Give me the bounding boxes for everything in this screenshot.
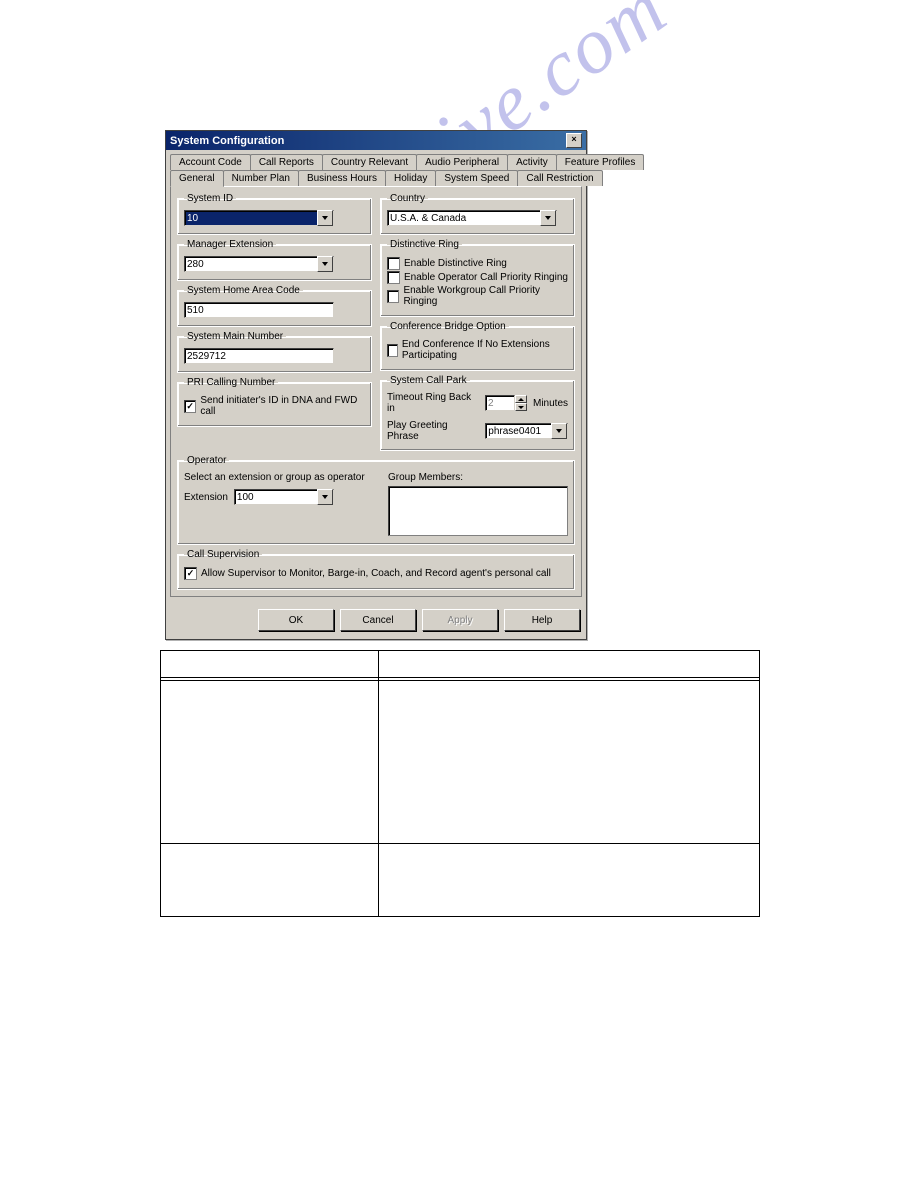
tab-number-plan[interactable]: Number Plan (223, 170, 299, 186)
operator-ext-combo[interactable]: 100 (234, 489, 334, 505)
chevron-down-icon[interactable] (551, 423, 567, 439)
group-conference: Conference Bridge Option End Conference … (380, 321, 575, 371)
supervision-checkbox[interactable] (184, 567, 197, 580)
doc-table (160, 650, 760, 917)
legend-operator: Operator (184, 455, 229, 466)
supervision-check-label: Allow Supervisor to Monitor, Barge-in, C… (201, 568, 551, 579)
main-number-input[interactable]: 2529712 (184, 348, 334, 364)
distinctive-opt-2: Enable Workgroup Call Priority Ringing (403, 285, 568, 307)
country-combo[interactable]: U.S.A. & Canada (387, 210, 557, 226)
legend-country: Country (387, 193, 428, 204)
group-manager-ext: Manager Extension 280 (177, 239, 372, 281)
chevron-down-icon[interactable] (317, 256, 333, 272)
operator-prompt: Select an extension or group as operator (184, 472, 374, 483)
group-system-id: System ID 10 (177, 193, 372, 235)
legend-pri: PRI Calling Number (184, 377, 278, 388)
window-title: System Configuration (170, 135, 284, 147)
group-main-number: System Main Number 2529712 (177, 331, 372, 373)
distinctive-opt-1: Enable Operator Call Priority Ringing (404, 272, 568, 283)
legend-manager-ext: Manager Extension (184, 239, 276, 250)
tab-call-reports[interactable]: Call Reports (250, 154, 323, 170)
tab-system-speed[interactable]: System Speed (435, 170, 518, 186)
group-members-label: Group Members: (388, 472, 568, 483)
timeout-value[interactable]: 2 (485, 395, 515, 411)
system-config-dialog: System Configuration × Account Code Call… (165, 130, 587, 640)
phrase-label: Play Greeting Phrase (387, 420, 479, 442)
help-button[interactable]: Help (504, 609, 580, 631)
group-home-area: System Home Area Code 510 (177, 285, 372, 327)
pri-checkbox[interactable] (184, 400, 196, 413)
distinctive-ring-checkbox[interactable] (387, 257, 400, 270)
tab-business-hours[interactable]: Business Hours (298, 170, 386, 186)
group-distinctive: Distinctive Ring Enable Distinctive Ring… (380, 239, 575, 317)
tab-strip: Account Code Call Reports Country Releva… (166, 150, 586, 186)
dialog-buttons: OK Cancel Apply Help (166, 601, 586, 639)
group-members-listbox[interactable] (388, 486, 568, 536)
chevron-down-icon[interactable] (540, 210, 556, 226)
tab-general[interactable]: General (170, 170, 224, 187)
distinctive-opt-0: Enable Distinctive Ring (404, 258, 507, 269)
tab-country-relevant[interactable]: Country Relevant (322, 154, 417, 170)
chevron-down-icon[interactable] (317, 489, 333, 505)
group-supervision: Call Supervision Allow Supervisor to Mon… (177, 549, 575, 590)
operator-ext-value: 100 (237, 492, 254, 503)
operator-ext-label: Extension (184, 492, 228, 503)
apply-button[interactable]: Apply (422, 609, 498, 631)
phrase-combo[interactable]: phrase0401 (485, 423, 568, 439)
group-pri: PRI Calling Number Send initiater's ID i… (177, 377, 372, 427)
operator-priority-checkbox[interactable] (387, 271, 400, 284)
close-icon[interactable]: × (566, 133, 582, 148)
workgroup-priority-checkbox[interactable] (387, 290, 399, 303)
manager-ext-combo[interactable]: 280 (184, 256, 334, 272)
conference-check-label: End Conference If No Extensions Particip… (402, 339, 568, 361)
legend-supervision: Call Supervision (184, 549, 262, 560)
tab-account-code[interactable]: Account Code (170, 154, 251, 170)
legend-conference: Conference Bridge Option (387, 321, 509, 332)
chevron-down-icon[interactable] (317, 210, 333, 226)
system-id-combo[interactable]: 10 (184, 210, 334, 226)
manager-ext-value: 280 (187, 259, 204, 270)
cancel-button[interactable]: Cancel (340, 609, 416, 631)
pri-check-label: Send initiater's ID in DNA and FWD call (200, 395, 365, 417)
tab-feature-profiles[interactable]: Feature Profiles (556, 154, 645, 170)
group-country: Country U.S.A. & Canada (380, 193, 575, 235)
tab-audio-peripheral[interactable]: Audio Peripheral (416, 154, 508, 170)
group-operator: Operator Select an extension or group as… (177, 455, 575, 545)
tab-call-restriction[interactable]: Call Restriction (517, 170, 602, 186)
legend-main-number: System Main Number (184, 331, 286, 342)
ok-button[interactable]: OK (258, 609, 334, 631)
home-area-input[interactable]: 510 (184, 302, 334, 318)
legend-callpark: System Call Park (387, 375, 470, 386)
tab-activity[interactable]: Activity (507, 154, 557, 170)
end-conference-checkbox[interactable] (387, 344, 398, 357)
tab-holiday[interactable]: Holiday (385, 170, 436, 186)
timeout-unit: Minutes (533, 398, 568, 409)
group-callpark: System Call Park Timeout Ring Back in 2 … (380, 375, 575, 451)
country-value: U.S.A. & Canada (390, 213, 466, 224)
legend-home-area: System Home Area Code (184, 285, 303, 296)
timeout-label: Timeout Ring Back in (387, 392, 479, 414)
spin-up-icon[interactable] (515, 395, 527, 403)
legend-system-id: System ID (184, 193, 236, 204)
phrase-value: phrase0401 (488, 426, 541, 437)
spin-down-icon[interactable] (515, 403, 527, 411)
titlebar: System Configuration × (166, 131, 586, 150)
system-id-value: 10 (187, 213, 198, 224)
legend-distinctive: Distinctive Ring (387, 239, 462, 250)
timeout-spinner[interactable]: 2 (485, 395, 527, 411)
